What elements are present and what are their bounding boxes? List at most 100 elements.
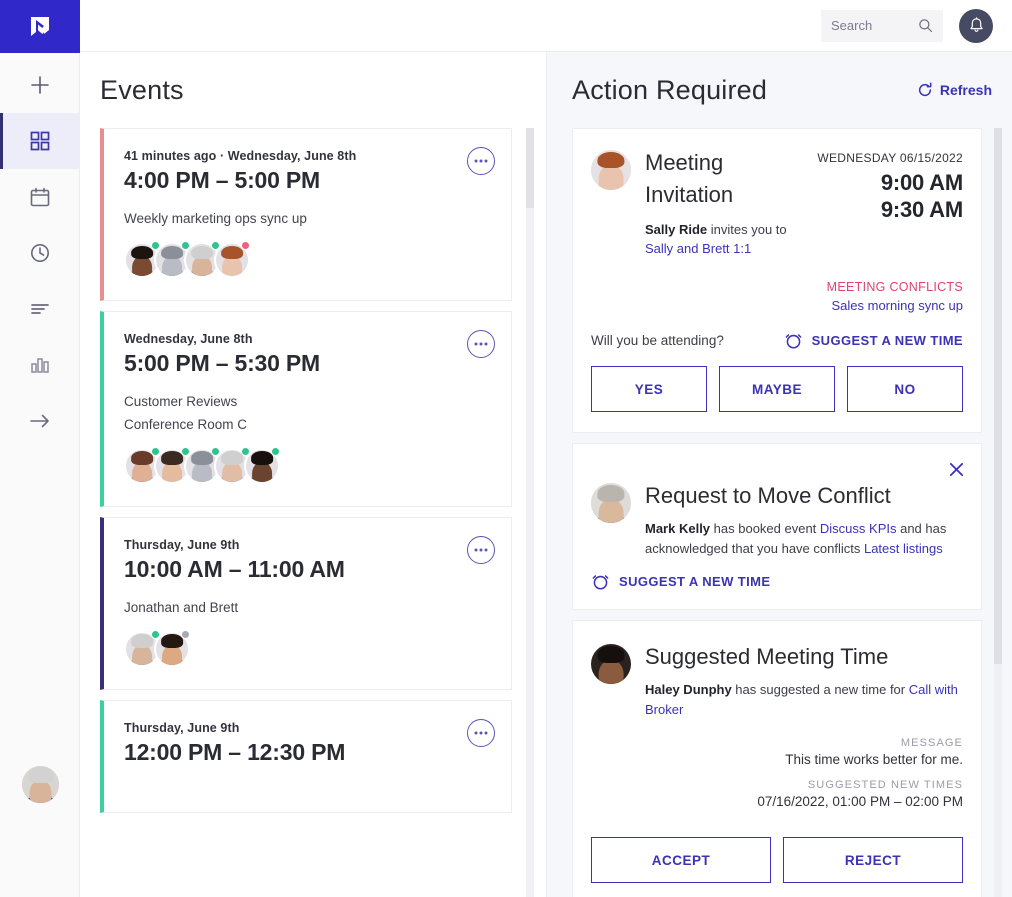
avatar[interactable] — [22, 766, 59, 803]
action-required-panel: Action Required Refresh Meeting Invitati… — [547, 52, 1012, 897]
alarm-clock-icon — [592, 575, 609, 590]
main-content: Events 41 minutes ago · Wednesday, June … — [80, 52, 1012, 897]
bar-chart-icon — [30, 358, 49, 373]
attendee-avatars — [124, 630, 493, 668]
sidebar-item-analytics[interactable] — [0, 337, 80, 393]
invitation-main: Meeting Invitation Sally Ride invites yo… — [645, 147, 817, 258]
event-time-range: 5:00 PM – 5:30 PM — [124, 350, 321, 377]
refresh-button[interactable]: Refresh — [917, 82, 992, 98]
suggested-times-value: 07/16/2022, 01:00 PM – 02:00 PM — [757, 794, 963, 810]
avatar — [591, 644, 631, 685]
suggested-accept-button[interactable]: ACCEPT — [591, 837, 771, 884]
conflict-event-link[interactable]: Sales morning sync up — [831, 298, 963, 313]
sidebar-nav — [0, 57, 80, 449]
rsvp-no-button[interactable]: NO — [847, 366, 963, 413]
event-time-range: 12:00 PM – 12:30 PM — [124, 739, 346, 766]
page-title: Events — [100, 74, 184, 105]
sidebar-item-add[interactable] — [0, 57, 80, 113]
sidebar-item-dashboard[interactable] — [0, 113, 80, 169]
sidebar-item-history[interactable] — [0, 225, 80, 281]
event-time-range: 4:00 PM – 5:00 PM — [124, 167, 321, 193]
refresh-icon — [918, 82, 932, 97]
event-more-button[interactable] — [467, 147, 495, 175]
sidebar-item-agenda[interactable] — [0, 281, 80, 337]
requester-name: Mark Kelly — [645, 521, 711, 537]
action-scrollbar[interactable] — [994, 128, 1002, 897]
mark-kelly-avatar — [591, 483, 631, 524]
suggested-body: Haley Dunphy has suggested a new time fo… — [645, 680, 963, 719]
event-detail-line: Customer Reviews — [124, 394, 238, 410]
rsvp-yes-button[interactable]: YES — [591, 366, 707, 413]
invitation-date: WEDNESDAY 06/15/2022 — [817, 151, 963, 165]
events-list: 41 minutes ago · Wednesday, June 8th 4:00… — [80, 128, 546, 814]
event-more-button[interactable] — [467, 719, 495, 748]
event-card[interactable]: Thursday, June 9th 12:00 PM – 12:30 PM — [100, 700, 512, 814]
attendee[interactable] — [154, 630, 190, 668]
sidebar-item-expand[interactable] — [0, 393, 80, 449]
event-spacer — [124, 780, 493, 790]
suggested-meta: MESSAGE This time works better for me. S… — [573, 719, 981, 809]
invitation-top: Meeting Invitation Sally Ride invites yo… — [573, 129, 981, 258]
more-dots-icon — [474, 731, 488, 735]
action-scrollbar-thumb[interactable] — [994, 128, 1002, 664]
attendee[interactable] — [244, 446, 280, 484]
close-button[interactable] — [945, 458, 967, 480]
suggest-new-time-label: SUGGEST A NEW TIME — [811, 333, 963, 349]
suggested-action-buttons: ACCEPT REJECT — [573, 821, 981, 897]
event-more-button[interactable] — [467, 535, 495, 564]
list-lines-icon — [30, 304, 49, 314]
event-card[interactable]: Wednesday, June 8th 5:00 PM – 5:30 PM Cust… — [100, 311, 512, 507]
action-required-title: Action Required — [572, 74, 768, 105]
app-logo[interactable] — [0, 0, 80, 53]
more-dots-icon — [474, 159, 488, 163]
event-date: Wednesday, June 8th — [124, 332, 253, 347]
move-conflict-main: Request to Move Conflict Mark Kelly has … — [645, 480, 963, 558]
plus-icon — [30, 76, 49, 94]
invitation-event-link[interactable]: Sally and Brett 1:1 — [645, 241, 751, 256]
card-title: Suggested Meeting Time — [645, 644, 889, 670]
app-root: Events 41 minutes ago · Wednesday, June … — [0, 0, 1012, 897]
move-conflict-suggest: SUGGEST A NEW TIME — [573, 558, 981, 609]
notifications-button[interactable] — [959, 8, 993, 43]
search-input[interactable] — [831, 18, 917, 33]
suggest-new-time-button[interactable]: SUGGEST A NEW TIME — [591, 572, 963, 591]
events-scrollbar[interactable] — [526, 128, 534, 897]
suggest-new-time-button[interactable]: SUGGEST A NEW TIME — [784, 331, 963, 350]
rsvp-maybe-button[interactable]: MAYBE — [719, 366, 835, 413]
move-conflict-body: Mark Kelly has booked event Discuss KPIs… — [645, 519, 963, 558]
events-panel: Events 41 minutes ago · Wednesday, June … — [80, 52, 547, 897]
sidebar-item-calendar[interactable] — [0, 169, 80, 225]
avatar — [591, 150, 631, 190]
events-scrollbar-thumb[interactable] — [526, 128, 534, 208]
event-card[interactable]: 41 minutes ago · Wednesday, June 8th 4:00… — [100, 128, 512, 302]
haley-dunphy-avatar — [591, 644, 631, 685]
invitation-times: WEDNESDAY 06/15/2022 9:00 AM 9:30 AM — [817, 147, 963, 258]
event-date: Thursday, June 9th — [124, 721, 240, 736]
clock-icon — [30, 244, 49, 262]
attending-row: Will you be attending? SUGGEST A NEW TIM… — [573, 313, 981, 350]
move-conflict-link-1[interactable]: Discuss KPIs — [820, 521, 897, 536]
rsvp-buttons: YES MAYBE NO — [573, 350, 981, 432]
suggested-main: Suggested Meeting Time Haley Dunphy has … — [645, 641, 963, 719]
search-box[interactable] — [821, 9, 943, 42]
arrow-right-icon — [29, 414, 49, 428]
event-card[interactable]: Thursday, June 9th 10:00 AM – 11:00 AM Jon… — [100, 516, 512, 691]
attendee[interactable] — [214, 241, 250, 279]
top-bar — [80, 0, 1012, 52]
card-title: Meeting Invitation — [645, 150, 734, 207]
conflict-item: Sales morning sync up — [591, 298, 963, 313]
more-dots-icon — [474, 548, 488, 552]
events-header: Events — [80, 52, 546, 128]
suggested-times-label: SUGGESTED NEW TIMES — [807, 779, 963, 792]
event-detail-line: Jonathan and Brett — [124, 599, 239, 615]
bell-icon — [969, 17, 983, 32]
suggested-body-text: has suggested a new time for — [731, 682, 909, 698]
sidebar — [0, 0, 80, 897]
suggested-meeting-time-card: Suggested Meeting Time Haley Dunphy has … — [572, 620, 982, 897]
suggested-reject-button[interactable]: REJECT — [783, 837, 963, 884]
move-conflict-card: Request to Move Conflict Mark Kelly has … — [572, 443, 982, 611]
move-conflict-link-2[interactable]: Latest listings — [864, 541, 943, 556]
action-cards: Meeting Invitation Sally Ride invites yo… — [547, 128, 1012, 897]
presence-status-dot — [241, 241, 250, 251]
message-value: This time works better for me. — [785, 752, 963, 768]
